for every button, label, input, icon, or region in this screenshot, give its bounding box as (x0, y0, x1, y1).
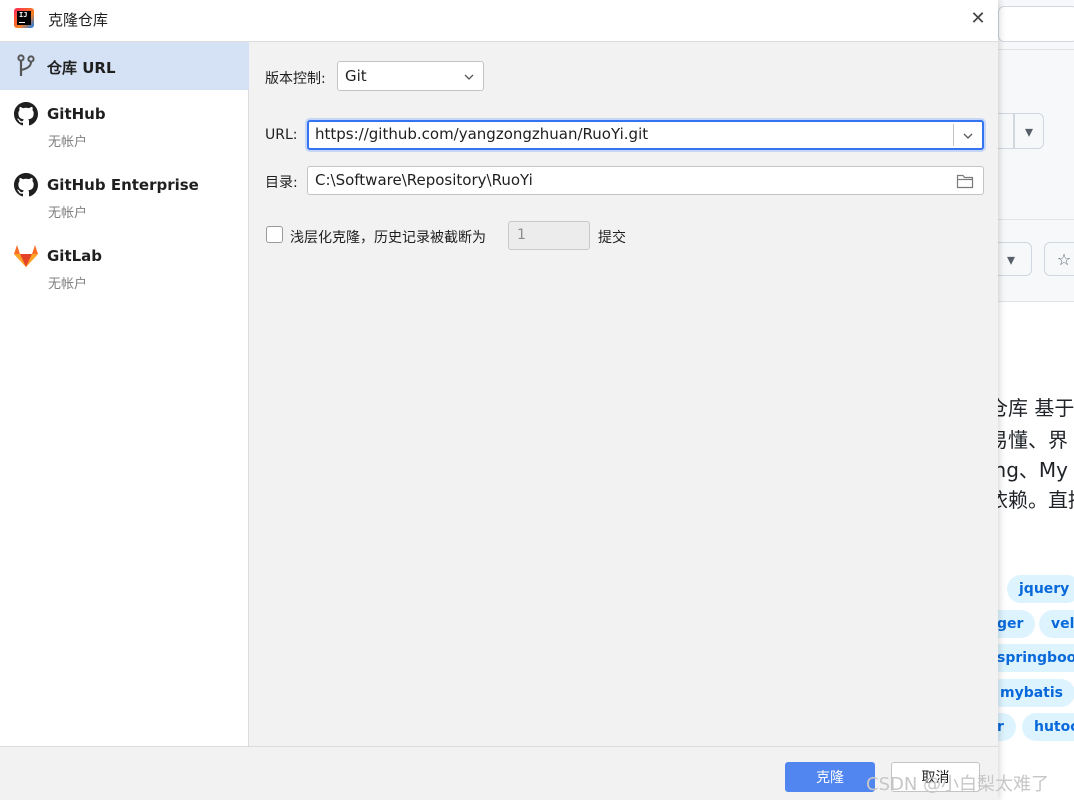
git-branch-icon (13, 53, 39, 79)
bg-tag: hutoo (1022, 713, 1074, 741)
bg-search-box (998, 6, 1074, 42)
url-label: URL: (265, 127, 298, 143)
url-input[interactable]: https://github.com/yangzongzhuan/RuoYi.g… (307, 120, 984, 150)
directory-input-value: C:\Software\Repository\RuoYi (315, 171, 533, 189)
vcs-label: 版本控制: (265, 71, 326, 87)
dialog-footer: 克隆 取消 (0, 746, 998, 800)
gitlab-icon (13, 243, 39, 269)
dropdown-icon: ▾ (1024, 121, 1034, 141)
shallow-clone-suffix: 提交 (598, 230, 626, 246)
shallow-clone-label: 浅层化克隆，历史记录被截断为 (290, 230, 486, 246)
directory-label: 目录: (265, 175, 298, 191)
close-icon[interactable]: ✕ (962, 4, 994, 32)
vcs-select-value: Git (345, 67, 367, 85)
chevron-down-icon[interactable] (963, 131, 973, 141)
vcs-select[interactable]: Git (337, 61, 484, 91)
sidebar-item-account-status: 无帐户 (48, 206, 88, 221)
dialog-title: 克隆仓库 (48, 11, 109, 29)
sidebar-item-account-status: 无帐户 (48, 277, 88, 292)
clone-depth-value: 1 (517, 227, 526, 243)
sidebar-item-label: GitLab (47, 247, 103, 265)
sidebar-item-github[interactable]: GitHub 无帐户 (0, 98, 249, 158)
intellij-app-icon: IJ (14, 8, 34, 28)
sidebar-item-label: GitHub Enterprise (47, 176, 199, 194)
bg-tag: velc (1039, 610, 1074, 638)
bg-tag: springboot (985, 644, 1074, 672)
clone-source-sidebar: 仓库 URL GitHub 无帐户 GitHub Enterprise 无帐户 (0, 42, 249, 746)
bg-desc-line: ing、My (988, 458, 1069, 482)
url-input-value: https://github.com/yangzongzhuan/RuoYi.g… (315, 125, 649, 143)
clone-form: 版本控制: Git URL: https://github.com/yangzo… (250, 42, 998, 746)
bg-desc-line: 依赖。直接 (988, 488, 1074, 512)
star-icon: ☆ (1056, 249, 1072, 269)
dropdown-icon: ▾ (1006, 249, 1016, 269)
sidebar-item-gitlab[interactable]: GitLab 无帐户 (0, 240, 249, 300)
github-icon (13, 172, 39, 198)
sidebar-item-account-status: 无帐户 (48, 135, 88, 150)
clone-button[interactable]: 克隆 (785, 762, 875, 792)
sidebar-item-github-enterprise[interactable]: GitHub Enterprise 无帐户 (0, 169, 249, 229)
sidebar-item-label: 仓库 URL (47, 59, 116, 77)
clone-repository-dialog: IJ 克隆仓库 ✕ 仓库 URL GitHub 无帐户 GitHub Enter… (0, 0, 998, 800)
bg-tag: jquery (1007, 575, 1074, 603)
chevron-down-icon (464, 74, 474, 80)
directory-input[interactable]: C:\Software\Repository\RuoYi (307, 166, 984, 195)
bg-desc-line: 易懂、界 (988, 428, 1068, 452)
title-bar: IJ 克隆仓库 ✕ (0, 0, 998, 42)
sidebar-item-label: GitHub (47, 105, 106, 123)
github-icon (13, 101, 39, 127)
folder-icon[interactable] (956, 173, 974, 189)
bg-dropdown-button: ▾ (1014, 113, 1044, 149)
sidebar-item-repository-url[interactable]: 仓库 URL (0, 42, 249, 90)
clone-depth-input[interactable]: 1 (508, 221, 590, 250)
bg-star-button: ☆ (1044, 242, 1074, 276)
shallow-clone-checkbox[interactable] (266, 226, 283, 243)
watermark: CSDN @小白梨太难了 (866, 774, 1050, 795)
bg-tag: mybatis (988, 679, 1074, 707)
bg-desc-line: 仓库 基于S (988, 396, 1074, 420)
